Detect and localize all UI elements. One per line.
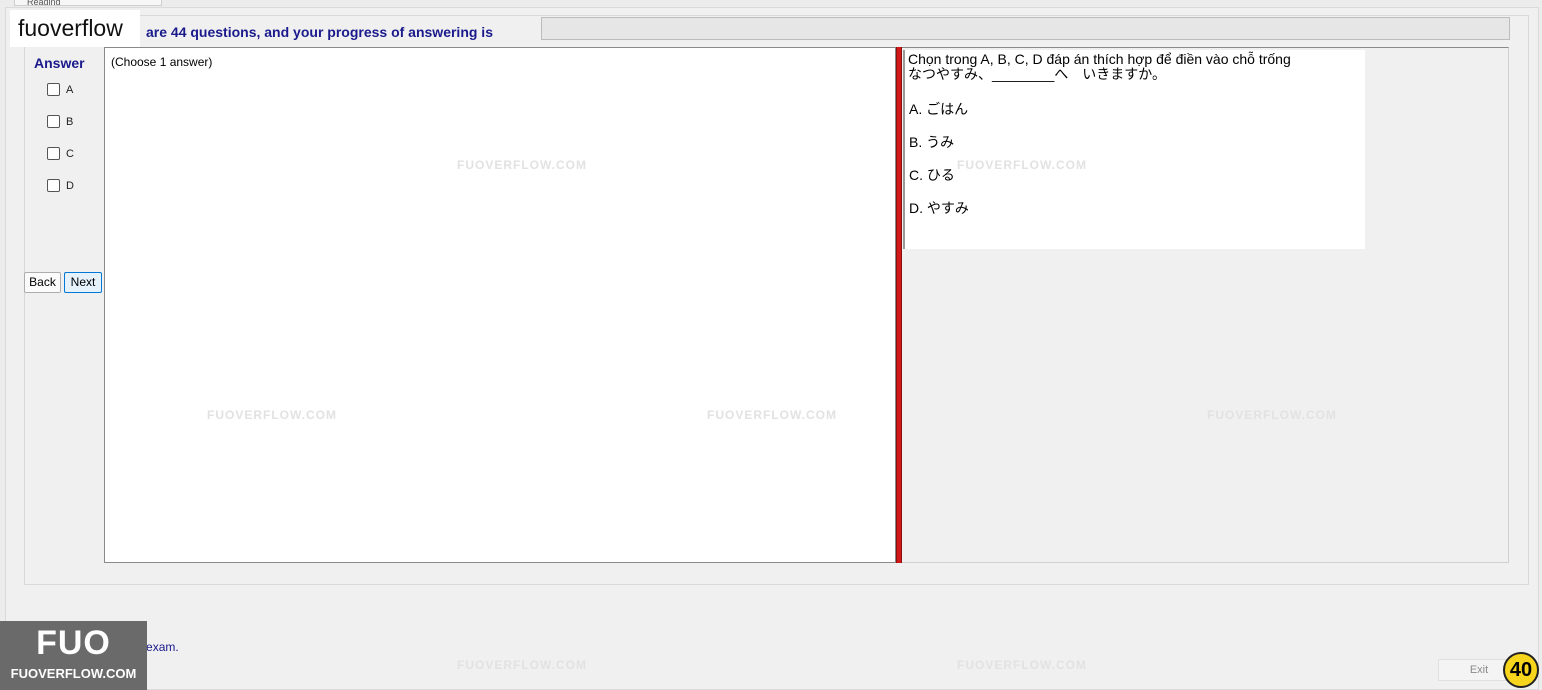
question-number-badge: 40 — [1503, 652, 1539, 688]
watermark-url: FUOVERFLOW.COM — [1207, 408, 1337, 422]
answer-title: Answer — [34, 55, 85, 71]
option-label-c: C — [66, 147, 74, 160]
watermark-url: FUOVERFLOW.COM — [207, 408, 337, 422]
question-box: Chọn trong A, B, C, D đáp án thích hợp đ… — [903, 50, 1365, 249]
answer-option-a[interactable]: A — [47, 83, 73, 96]
progress-bar — [541, 17, 1510, 40]
question-sentence: なつやすみ、________へ いきますか。 — [908, 66, 1167, 82]
question-choice-d: D. やすみ — [909, 200, 969, 216]
back-button[interactable]: Back — [24, 272, 61, 293]
fuo-logo-small: FUOVERFLOW.COM — [10, 666, 137, 681]
watermark-logo: fuoverflow — [10, 10, 140, 47]
answer-area: (Choose 1 answer) — [104, 47, 896, 563]
fuo-logo: FUO FUOVERFLOW.COM — [0, 621, 147, 690]
option-label-b: B — [66, 115, 74, 128]
answer-option-d[interactable]: D — [47, 179, 74, 192]
tab-reading[interactable]: Reading — [14, 0, 162, 6]
checkbox-d[interactable] — [47, 179, 60, 192]
option-label-a: A — [66, 83, 74, 96]
question-choice-a: A. ごはん — [909, 101, 969, 117]
question-instruction: Chọn trong A, B, C, D đáp án thích hợp đ… — [908, 51, 1291, 67]
checkbox-a[interactable] — [47, 83, 60, 96]
answer-option-b[interactable]: B — [47, 115, 73, 128]
next-button[interactable]: Next — [64, 272, 102, 293]
answer-option-c[interactable]: C — [47, 147, 74, 160]
choose-hint: (Choose 1 answer) — [111, 55, 213, 69]
question-choice-b: B. うみ — [909, 134, 955, 150]
option-label-d: D — [66, 179, 74, 192]
watermark-url: FUOVERFLOW.COM — [457, 158, 587, 172]
question-choice-c: C. ひる — [909, 167, 955, 183]
watermark-url: FUOVERFLOW.COM — [957, 158, 1087, 172]
fuo-logo-big: FUO — [36, 624, 111, 662]
watermark-url: FUOVERFLOW.COM — [707, 408, 837, 422]
progress-label: are 44 questions, and your progress of a… — [146, 24, 493, 40]
watermark-url: FUOVERFLOW.COM — [457, 658, 587, 672]
checkbox-b[interactable] — [47, 115, 60, 128]
checkbox-c[interactable] — [47, 147, 60, 160]
watermark-url: FUOVERFLOW.COM — [957, 658, 1087, 672]
